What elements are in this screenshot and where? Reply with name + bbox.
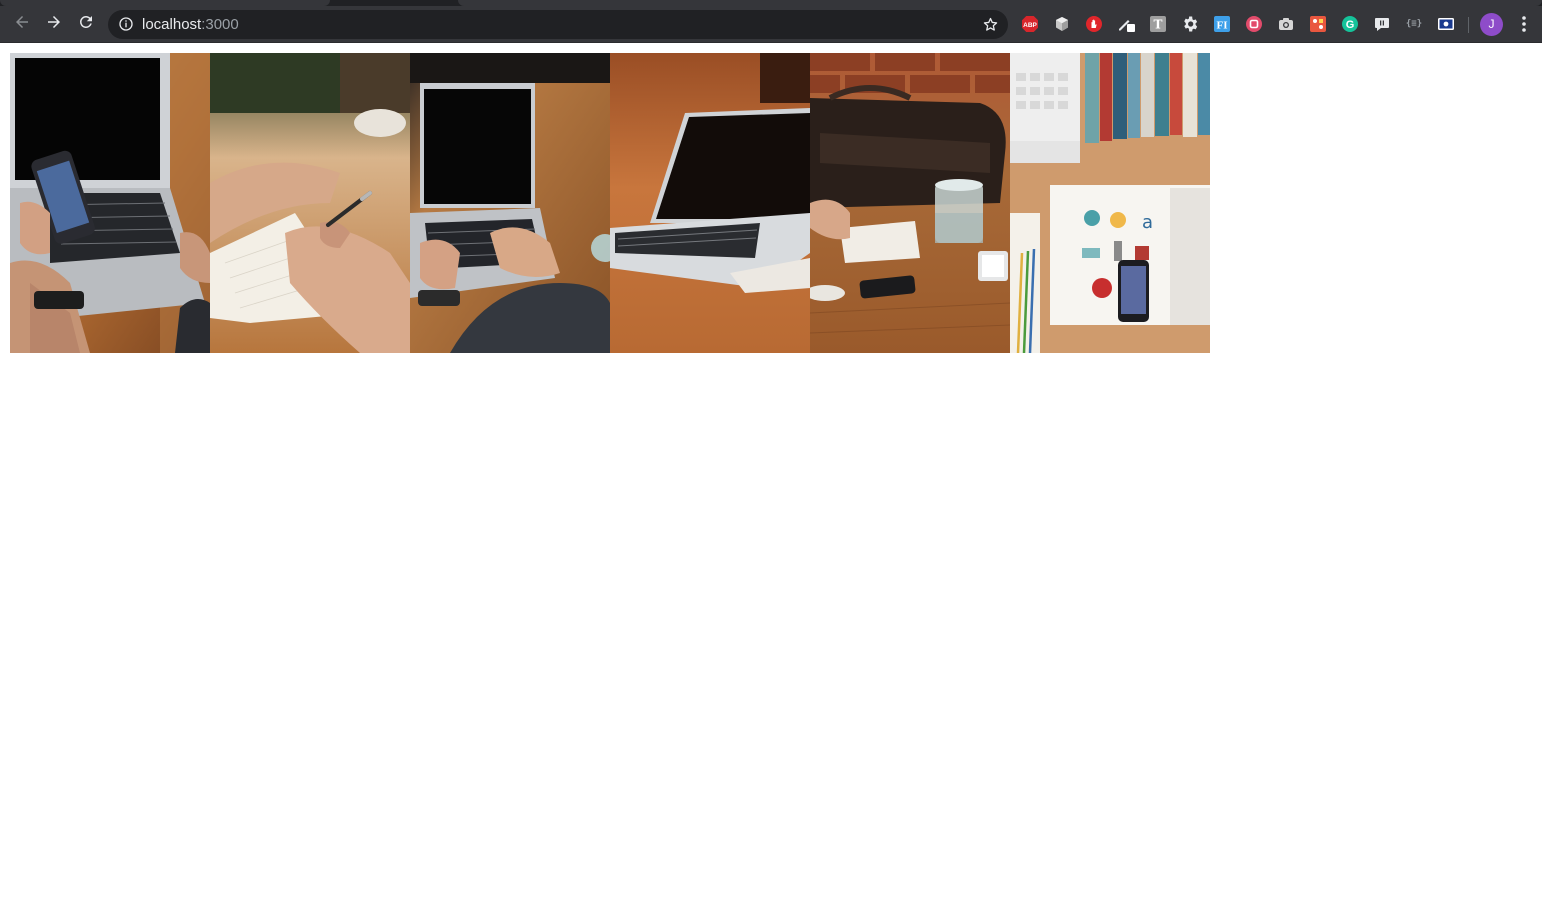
fi-extension-label: FI bbox=[1217, 20, 1228, 32]
back-button[interactable] bbox=[8, 10, 36, 38]
info-icon[interactable] bbox=[118, 16, 134, 32]
hand-stop-extension-icon[interactable] bbox=[1085, 15, 1103, 33]
url-text: localhost:3000 bbox=[142, 16, 239, 33]
grammarly-icon[interactable]: G bbox=[1341, 15, 1359, 33]
image-gallery: a bbox=[10, 53, 1210, 353]
browser-toolbar: localhost:3000 ABP T FI G {≡} J bbox=[0, 6, 1542, 43]
photo-typing-laptop bbox=[410, 53, 610, 353]
json-extension-icon[interactable]: {≡} bbox=[1404, 15, 1424, 33]
reload-button[interactable] bbox=[72, 10, 100, 38]
puzzle-extension-icon[interactable] bbox=[1309, 15, 1327, 33]
adblock-label: ABP bbox=[1023, 22, 1037, 29]
square-extension-icon[interactable] bbox=[1245, 15, 1263, 33]
arrow-left-icon bbox=[13, 13, 31, 36]
camera-extension-icon[interactable] bbox=[1277, 15, 1295, 33]
url-port: :3000 bbox=[201, 16, 239, 33]
json-extension-label: {≡} bbox=[1405, 18, 1423, 29]
toolbar-separator bbox=[1468, 17, 1469, 33]
photo-laptop-phone bbox=[10, 53, 210, 353]
three-dots-vertical-icon[interactable] bbox=[1514, 14, 1534, 34]
cube-extension-icon[interactable] bbox=[1053, 15, 1071, 33]
forward-button[interactable] bbox=[40, 10, 68, 38]
reload-icon bbox=[77, 13, 95, 36]
grammarly-label: G bbox=[1346, 19, 1355, 31]
adblock-plus-icon[interactable]: ABP bbox=[1021, 15, 1039, 33]
svg-text:a: a bbox=[1142, 212, 1153, 233]
card-extension-icon[interactable] bbox=[1437, 15, 1455, 33]
pen-extension-icon[interactable] bbox=[1117, 15, 1135, 33]
fi-extension-icon[interactable]: FI bbox=[1213, 15, 1231, 33]
photo-desk-bag-glass bbox=[810, 53, 1010, 353]
profile-avatar[interactable]: J bbox=[1480, 13, 1503, 36]
url-host: localhost bbox=[142, 16, 202, 33]
photo-writing-notebook bbox=[210, 53, 410, 353]
star-icon[interactable] bbox=[982, 16, 999, 33]
arrow-right-icon bbox=[45, 13, 63, 36]
address-bar[interactable]: localhost:3000 bbox=[108, 10, 1008, 39]
t-extension-icon[interactable]: T bbox=[1149, 15, 1167, 33]
photo-flatlay-books: a bbox=[1010, 53, 1210, 353]
chat-extension-icon[interactable] bbox=[1373, 15, 1391, 33]
photo-laptop-side bbox=[610, 53, 810, 353]
t-extension-label: T bbox=[1154, 18, 1163, 32]
gear-extension-icon[interactable] bbox=[1181, 15, 1199, 33]
